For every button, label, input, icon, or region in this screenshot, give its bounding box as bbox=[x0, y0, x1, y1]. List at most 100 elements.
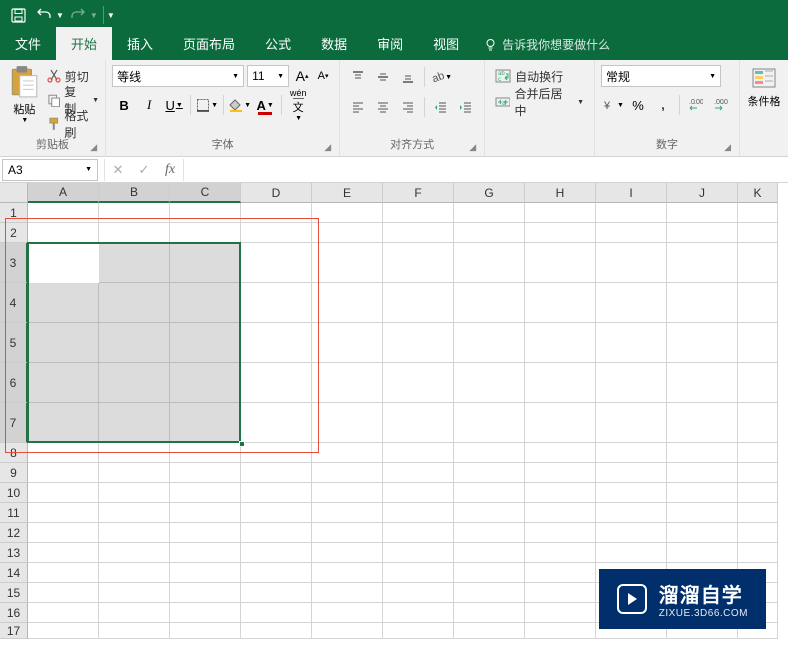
cell[interactable] bbox=[28, 523, 99, 543]
cell[interactable] bbox=[525, 243, 596, 283]
cell[interactable] bbox=[170, 443, 241, 463]
cell[interactable] bbox=[99, 243, 170, 283]
column-header[interactable]: I bbox=[596, 183, 667, 203]
cell[interactable] bbox=[596, 283, 667, 323]
decrease-decimal-button[interactable]: .00.0 bbox=[709, 93, 733, 117]
cell[interactable] bbox=[596, 543, 667, 563]
cell[interactable] bbox=[667, 203, 738, 223]
align-middle-button[interactable] bbox=[371, 65, 395, 89]
cell[interactable] bbox=[99, 463, 170, 483]
cell[interactable] bbox=[312, 403, 383, 443]
cell[interactable] bbox=[28, 403, 99, 443]
cell[interactable] bbox=[525, 283, 596, 323]
cell[interactable] bbox=[596, 523, 667, 543]
cell[interactable] bbox=[241, 623, 312, 639]
cell[interactable] bbox=[312, 203, 383, 223]
cell[interactable] bbox=[383, 443, 454, 463]
cell[interactable] bbox=[383, 323, 454, 363]
column-header[interactable]: G bbox=[454, 183, 525, 203]
cell[interactable] bbox=[525, 603, 596, 623]
cell[interactable] bbox=[667, 443, 738, 463]
cell[interactable] bbox=[454, 203, 525, 223]
cell[interactable] bbox=[454, 623, 525, 639]
cell[interactable] bbox=[312, 443, 383, 463]
cell[interactable] bbox=[28, 443, 99, 463]
row-header[interactable]: 12 bbox=[0, 523, 28, 543]
name-box[interactable]: A3▼ bbox=[2, 159, 98, 181]
cell[interactable] bbox=[738, 503, 778, 523]
cell[interactable] bbox=[383, 483, 454, 503]
cell[interactable] bbox=[738, 443, 778, 463]
cell[interactable] bbox=[99, 483, 170, 503]
tab-page-layout[interactable]: 页面布局 bbox=[168, 27, 250, 60]
column-header[interactable]: J bbox=[667, 183, 738, 203]
cell[interactable] bbox=[454, 403, 525, 443]
cell[interactable] bbox=[28, 543, 99, 563]
tell-me-search[interactable]: 告诉我你想要做什么 bbox=[484, 36, 610, 60]
align-left-button[interactable] bbox=[346, 95, 370, 119]
cell[interactable] bbox=[241, 483, 312, 503]
row-header[interactable]: 8 bbox=[0, 443, 28, 463]
align-top-button[interactable] bbox=[346, 65, 370, 89]
row-header[interactable]: 5 bbox=[0, 323, 28, 363]
cell[interactable] bbox=[525, 563, 596, 583]
cell[interactable] bbox=[312, 603, 383, 623]
column-header[interactable]: C bbox=[170, 183, 241, 203]
cell[interactable] bbox=[28, 463, 99, 483]
increase-decimal-button[interactable]: .0.00 bbox=[684, 93, 708, 117]
cell[interactable] bbox=[241, 223, 312, 243]
cell[interactable] bbox=[170, 223, 241, 243]
row-header[interactable]: 4 bbox=[0, 283, 28, 323]
cell[interactable] bbox=[454, 543, 525, 563]
cell[interactable] bbox=[28, 623, 99, 639]
cell[interactable] bbox=[667, 543, 738, 563]
cell[interactable] bbox=[99, 203, 170, 223]
cell[interactable] bbox=[312, 283, 383, 323]
cell[interactable] bbox=[170, 583, 241, 603]
row-header[interactable]: 17 bbox=[0, 623, 28, 639]
column-header[interactable]: D bbox=[241, 183, 312, 203]
orientation-button[interactable]: ab▼ bbox=[429, 65, 453, 89]
cell[interactable] bbox=[312, 623, 383, 639]
cell[interactable] bbox=[241, 283, 312, 323]
tab-home[interactable]: 开始 bbox=[56, 27, 112, 60]
font-name-dropdown[interactable]: 等线▼ bbox=[112, 65, 244, 87]
percent-button[interactable]: % bbox=[626, 93, 650, 117]
cell[interactable] bbox=[28, 503, 99, 523]
row-header[interactable]: 3 bbox=[0, 243, 28, 283]
cell[interactable] bbox=[99, 443, 170, 463]
cell[interactable] bbox=[312, 543, 383, 563]
cell[interactable] bbox=[596, 363, 667, 403]
cell[interactable] bbox=[667, 403, 738, 443]
cell[interactable] bbox=[525, 523, 596, 543]
cell[interactable] bbox=[525, 623, 596, 639]
cell[interactable] bbox=[383, 203, 454, 223]
cell[interactable] bbox=[454, 603, 525, 623]
formula-input[interactable] bbox=[184, 159, 788, 181]
column-header[interactable]: K bbox=[738, 183, 778, 203]
cell[interactable] bbox=[99, 563, 170, 583]
cell[interactable] bbox=[312, 583, 383, 603]
font-size-dropdown[interactable]: 11▼ bbox=[247, 65, 289, 87]
cell[interactable] bbox=[454, 243, 525, 283]
cell[interactable] bbox=[312, 563, 383, 583]
row-header[interactable]: 14 bbox=[0, 563, 28, 583]
cell[interactable] bbox=[241, 243, 312, 283]
fill-color-button[interactable]: ▼ bbox=[228, 93, 252, 117]
cell[interactable] bbox=[454, 443, 525, 463]
cell[interactable] bbox=[28, 603, 99, 623]
cell[interactable] bbox=[525, 503, 596, 523]
cell[interactable] bbox=[312, 523, 383, 543]
cell[interactable] bbox=[383, 363, 454, 403]
cell[interactable] bbox=[99, 283, 170, 323]
row-header[interactable]: 9 bbox=[0, 463, 28, 483]
paste-button[interactable]: 粘贴 ▼ bbox=[9, 63, 39, 124]
cell[interactable] bbox=[738, 523, 778, 543]
align-bottom-button[interactable] bbox=[396, 65, 420, 89]
cell[interactable] bbox=[454, 363, 525, 403]
cell[interactable] bbox=[383, 563, 454, 583]
cell[interactable] bbox=[170, 403, 241, 443]
cell[interactable] bbox=[170, 243, 241, 283]
cell[interactable] bbox=[738, 283, 778, 323]
cell[interactable] bbox=[596, 243, 667, 283]
